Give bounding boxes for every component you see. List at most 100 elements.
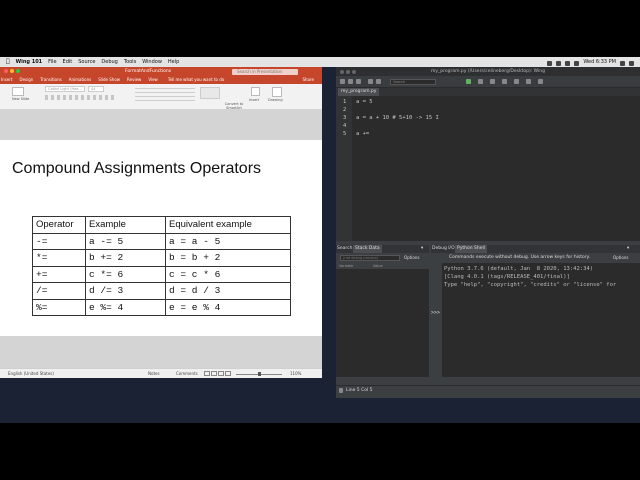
sorter-view-icon[interactable] [211, 371, 217, 376]
shapes-gallery[interactable] [200, 87, 220, 99]
menu-clock[interactable]: Wed 6:33 PM [583, 57, 616, 67]
tab-slide-show[interactable]: Slide Show [98, 76, 120, 84]
table-row: %= e %= 4 e = e % 4 [32, 298, 291, 316]
slideshow-view-icon[interactable] [225, 371, 231, 376]
stack-options-button[interactable]: Options [404, 255, 419, 260]
tab-insert[interactable]: Insert [1, 76, 12, 84]
debug-process-select[interactable]: (not debug process) [340, 255, 400, 261]
minimize-window-icon[interactable] [10, 69, 14, 73]
step-out-icon[interactable] [538, 79, 543, 84]
table-cell: d = d / 3 [165, 282, 291, 300]
undo-icon[interactable] [368, 79, 373, 84]
share-button[interactable]: Share [302, 76, 314, 84]
close-window-icon[interactable] [340, 69, 344, 74]
reading-view-icon[interactable] [218, 371, 224, 376]
toolbar-search-input[interactable]: Search [390, 78, 436, 85]
menu-debug[interactable]: Debug [101, 57, 117, 67]
menu-tools[interactable]: Tools [124, 57, 136, 67]
bug-icon[interactable] [339, 388, 343, 393]
font-name-select[interactable]: Calibri Light (Hea… [45, 86, 85, 92]
shell-line: Python 3.7.6 (default, Jan 8 2020, 13:42… [444, 266, 594, 272]
menu-help[interactable]: Help [168, 57, 179, 67]
tell-me-input[interactable]: Tell me what you want to do [168, 76, 224, 84]
text-format-buttons[interactable] [45, 95, 115, 100]
tab-my-program[interactable]: my_program.py [338, 88, 380, 96]
apple-icon[interactable]:  [6, 57, 10, 67]
tab-stack-data[interactable]: Stack Data [353, 245, 382, 253]
menu-app-name[interactable]: Wing 101 [16, 57, 43, 67]
insert-icon[interactable] [251, 87, 260, 96]
new-slide-label[interactable]: New Slide [12, 97, 29, 101]
python-shell-panel: Debug I/O Python Shell ▾ Commands execut… [431, 245, 640, 377]
tab-search[interactable]: Search [337, 245, 352, 253]
zoom-slider-knob[interactable] [258, 372, 261, 376]
code-editor[interactable]: 1 2 3 4 5 a = 5 a = a + 10 # 5+10 -> 15 … [336, 96, 640, 241]
tray-icon[interactable] [556, 60, 562, 66]
run-icon[interactable] [466, 79, 471, 84]
battery-icon[interactable] [574, 60, 580, 66]
operators-table[interactable]: Operator Example Equivalent example -= a… [32, 216, 291, 316]
minimize-window-icon[interactable] [346, 69, 350, 74]
paragraph-buttons[interactable] [135, 87, 195, 101]
ppt-search-input[interactable]: Search in Presentation [232, 68, 298, 75]
menu-edit[interactable]: Edit [63, 57, 73, 67]
zoom-window-icon[interactable] [352, 69, 356, 74]
ppt-ribbon: New Slide Calibri Light (Hea… 44 Convert… [0, 84, 322, 110]
tab-debug-io[interactable]: Debug I/O [432, 245, 455, 253]
step-icon[interactable] [514, 79, 519, 84]
pause-icon[interactable] [490, 79, 495, 84]
open-file-icon[interactable] [348, 79, 353, 84]
drawing-icon[interactable] [272, 87, 282, 97]
drawing-label[interactable]: Drawing [268, 98, 283, 102]
code-line[interactable]: a += [356, 131, 369, 137]
zoom-window-icon[interactable] [16, 69, 20, 73]
tab-design[interactable]: Design [19, 76, 33, 84]
table-cell: c = c * 6 [165, 265, 291, 283]
tab-view[interactable]: View [148, 76, 158, 84]
tray-icon[interactable] [547, 60, 553, 66]
redo-icon[interactable] [376, 79, 381, 84]
menu-window[interactable]: Window [142, 57, 162, 67]
table-header: Operator [32, 216, 86, 234]
save-icon[interactable] [356, 79, 361, 84]
variables-list[interactable] [336, 269, 429, 377]
new-file-icon[interactable] [340, 79, 345, 84]
slide-title[interactable]: Compound Assignments Operators [12, 160, 261, 178]
insert-label[interactable]: Insert [249, 98, 259, 102]
python-shell-output[interactable]: Python 3.7.6 (default, Jan 8 2020, 13:42… [442, 263, 640, 377]
debug-icon[interactable] [478, 79, 483, 84]
convert-smartart-button[interactable]: Convert to SmartArt [224, 102, 244, 110]
table-cell: b = b + 2 [165, 249, 291, 267]
panel-menu-icon[interactable]: ▾ [627, 245, 629, 253]
ppt-status-bar: English (United States) Notes Comments 1… [0, 368, 322, 378]
tab-transitions[interactable]: Transitions [40, 76, 61, 84]
shell-options-button[interactable]: Options [613, 255, 628, 260]
table-cell: %= [32, 298, 86, 316]
wifi-icon[interactable] [565, 60, 571, 66]
panel-menu-icon[interactable]: ▾ [421, 245, 423, 253]
wing-window: my_program.py (/Users/celineberg/Desktop… [336, 67, 640, 398]
language-indicator[interactable]: English (United States) [8, 369, 54, 379]
menu-file[interactable]: File [48, 57, 56, 67]
code-line[interactable]: a = a + 10 # 5+10 -> 15 I [356, 115, 439, 121]
line-number: 3 [343, 115, 347, 121]
tab-animations[interactable]: Animations [69, 76, 91, 84]
close-window-icon[interactable] [4, 69, 8, 73]
normal-view-icon[interactable] [204, 371, 210, 376]
search-icon[interactable] [620, 60, 625, 66]
table-row: *= b += 2 b = b + 2 [32, 249, 291, 267]
table-cell: += [32, 265, 86, 283]
code-line[interactable]: a = 5 [356, 99, 373, 105]
new-slide-icon[interactable] [12, 87, 24, 96]
menu-source[interactable]: Source [78, 57, 95, 67]
step-over-icon[interactable] [526, 79, 531, 84]
tab-review[interactable]: Review [127, 76, 141, 84]
font-size-select[interactable]: 44 [88, 86, 104, 92]
zoom-level[interactable]: 110% [290, 369, 301, 379]
notes-button[interactable]: Notes [148, 369, 160, 379]
stop-icon[interactable] [502, 79, 507, 84]
menu-list-icon[interactable] [629, 60, 634, 66]
tab-python-shell[interactable]: Python Shell [455, 245, 488, 253]
slide[interactable]: Compound Assignments Operators Operator … [0, 140, 322, 336]
comments-button[interactable]: Comments [176, 369, 198, 379]
